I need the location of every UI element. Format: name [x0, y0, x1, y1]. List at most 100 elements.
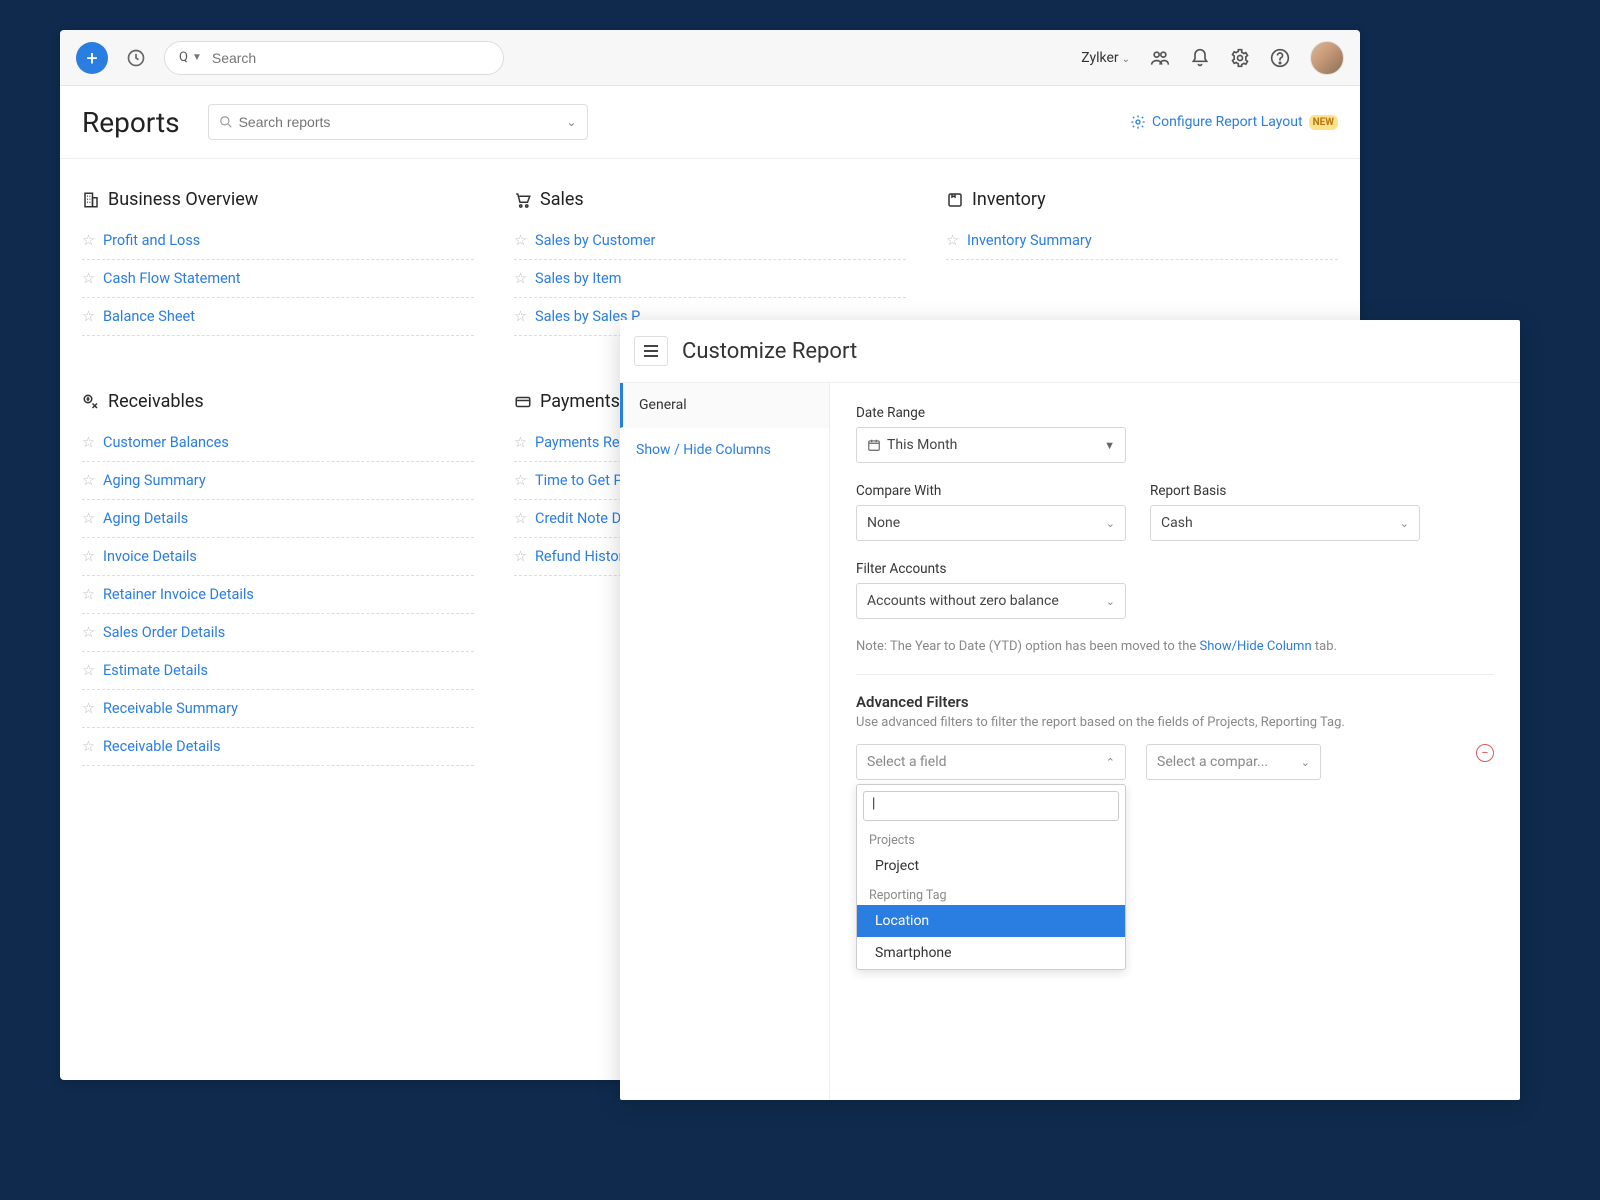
- add-button[interactable]: +: [76, 42, 108, 74]
- report-link[interactable]: ☆Sales Order Details: [82, 614, 474, 652]
- star-icon[interactable]: ☆: [82, 662, 95, 679]
- advanced-select-field[interactable]: Select a field ⌃: [856, 744, 1126, 780]
- show-hide-column-link[interactable]: Show/Hide Column: [1200, 639, 1312, 654]
- reports-search[interactable]: ⌄: [208, 104, 588, 140]
- star-icon[interactable]: ☆: [82, 434, 95, 451]
- topbar: + Q ▼ Zylker⌄: [60, 30, 1360, 86]
- chevron-up-icon: ⌃: [1106, 756, 1115, 769]
- section-sales: Sales ☆Sales by Customer ☆Sales by Item …: [514, 189, 906, 336]
- hamburger-button[interactable]: [634, 336, 668, 366]
- star-icon[interactable]: ☆: [514, 548, 527, 565]
- bell-icon[interactable]: [1190, 48, 1210, 68]
- box-icon: [946, 191, 964, 209]
- reports-header: Reports ⌄ Configure Report Layout NEW: [60, 86, 1360, 159]
- tab-general[interactable]: General: [620, 383, 829, 428]
- building-icon: [82, 191, 100, 209]
- card-icon: [514, 393, 532, 411]
- dropdown-item-project[interactable]: Project: [857, 850, 1125, 882]
- search-icon: [219, 115, 233, 129]
- star-icon[interactable]: ☆: [514, 232, 527, 249]
- ytd-note: Note: The Year to Date (YTD) option has …: [856, 639, 1494, 654]
- report-link[interactable]: ☆Inventory Summary: [946, 222, 1338, 260]
- dropdown-search[interactable]: [863, 791, 1119, 821]
- section-inventory: Inventory ☆Inventory Summary: [946, 189, 1338, 260]
- gear-icon[interactable]: [1230, 48, 1250, 68]
- star-icon[interactable]: ☆: [82, 510, 95, 527]
- chevron-down-icon: ⌄: [1106, 595, 1115, 608]
- date-range-select[interactable]: This Month ▼: [856, 427, 1126, 463]
- search-scope-label[interactable]: Q: [179, 50, 188, 65]
- customize-report-panel: Customize Report General Show / Hide Col…: [620, 320, 1520, 1100]
- report-link[interactable]: ☆Aging Summary: [82, 462, 474, 500]
- chevron-down-icon[interactable]: ▼: [192, 52, 202, 63]
- star-icon[interactable]: ☆: [514, 308, 527, 325]
- configure-report-layout-link[interactable]: Configure Report Layout NEW: [1130, 114, 1338, 130]
- avatar[interactable]: [1310, 41, 1344, 75]
- dropdown-search-input[interactable]: [872, 795, 1110, 810]
- report-basis-select[interactable]: Cash ⌄: [1150, 505, 1420, 541]
- star-icon[interactable]: ☆: [82, 624, 95, 641]
- receivables-icon: [82, 393, 100, 411]
- customize-sidebar: General Show / Hide Columns: [620, 383, 830, 1100]
- report-link[interactable]: ☆Sales by Item: [514, 260, 906, 298]
- report-link[interactable]: ☆Receivable Details: [82, 728, 474, 766]
- star-icon[interactable]: ☆: [514, 434, 527, 451]
- report-link[interactable]: ☆Customer Balances: [82, 424, 474, 462]
- advanced-select-comparator[interactable]: Select a compar... ⌄: [1146, 744, 1321, 780]
- cart-icon: [514, 191, 532, 209]
- report-link[interactable]: ☆Cash Flow Statement: [82, 260, 474, 298]
- reports-search-input[interactable]: [239, 114, 567, 130]
- star-icon[interactable]: ☆: [82, 548, 95, 565]
- star-icon[interactable]: ☆: [946, 232, 959, 249]
- star-icon[interactable]: ☆: [82, 472, 95, 489]
- users-icon[interactable]: [1150, 48, 1170, 68]
- chevron-down-icon: ⌄: [1106, 517, 1115, 530]
- customize-title: Customize Report: [682, 339, 857, 364]
- advanced-field-dropdown: Projects Project Reporting Tag Location …: [856, 784, 1126, 970]
- report-link[interactable]: ☆Profit and Loss: [82, 222, 474, 260]
- star-icon[interactable]: ☆: [82, 308, 95, 325]
- report-link[interactable]: ☆Balance Sheet: [82, 298, 474, 336]
- customize-header: Customize Report: [620, 320, 1520, 383]
- global-search-input[interactable]: [212, 50, 489, 66]
- report-basis-label: Report Basis: [1150, 483, 1420, 499]
- dropdown-item-location[interactable]: Location: [857, 905, 1125, 937]
- compare-with-select[interactable]: None ⌄: [856, 505, 1126, 541]
- dropdown-item-smartphone[interactable]: Smartphone: [857, 937, 1125, 969]
- advanced-filters-title: Advanced Filters: [856, 693, 1494, 711]
- date-range-label: Date Range: [856, 405, 1126, 421]
- report-link[interactable]: ☆Invoice Details: [82, 538, 474, 576]
- new-badge: NEW: [1309, 115, 1338, 130]
- report-link[interactable]: ☆Estimate Details: [82, 652, 474, 690]
- report-link[interactable]: ☆Retainer Invoice Details: [82, 576, 474, 614]
- global-search[interactable]: Q ▼: [164, 41, 504, 75]
- compare-with-label: Compare With: [856, 483, 1126, 499]
- report-link[interactable]: ☆Aging Details: [82, 500, 474, 538]
- customize-main: Date Range This Month ▼ Compare With Non…: [830, 383, 1520, 1100]
- star-icon[interactable]: ☆: [514, 270, 527, 287]
- help-icon[interactable]: [1270, 48, 1290, 68]
- section-receivables: Receivables ☆Customer Balances ☆Aging Su…: [82, 391, 474, 766]
- star-icon[interactable]: ☆: [82, 586, 95, 603]
- recent-icon[interactable]: [124, 46, 148, 70]
- chevron-down-icon[interactable]: ⌄: [567, 115, 577, 129]
- chevron-down-icon: ▼: [1104, 439, 1115, 452]
- star-icon[interactable]: ☆: [82, 700, 95, 717]
- remove-filter-button[interactable]: −: [1476, 744, 1494, 762]
- filter-accounts-select[interactable]: Accounts without zero balance ⌄: [856, 583, 1126, 619]
- report-link[interactable]: ☆Sales by Customer: [514, 222, 906, 260]
- star-icon[interactable]: ☆: [514, 472, 527, 489]
- star-icon[interactable]: ☆: [82, 738, 95, 755]
- star-icon[interactable]: ☆: [82, 232, 95, 249]
- chevron-down-icon: ⌄: [1122, 54, 1130, 65]
- tab-show-hide-columns[interactable]: Show / Hide Columns: [620, 428, 829, 473]
- filter-accounts-label: Filter Accounts: [856, 561, 1126, 577]
- org-switcher[interactable]: Zylker⌄: [1081, 50, 1130, 66]
- report-link[interactable]: ☆Receivable Summary: [82, 690, 474, 728]
- calendar-icon: [867, 438, 881, 452]
- chevron-down-icon: ⌄: [1301, 756, 1310, 769]
- star-icon[interactable]: ☆: [82, 270, 95, 287]
- star-icon[interactable]: ☆: [514, 510, 527, 527]
- gear-icon: [1130, 114, 1146, 130]
- section-business-overview: Business Overview ☆Profit and Loss ☆Cash…: [82, 189, 474, 336]
